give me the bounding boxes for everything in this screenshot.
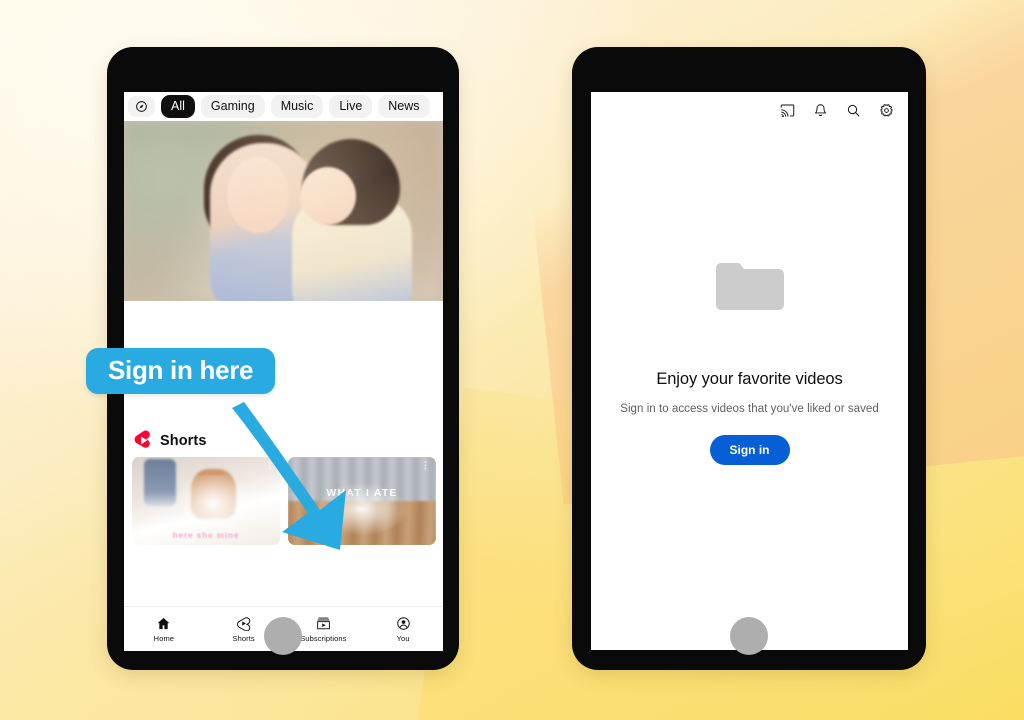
chip-gaming[interactable]: Gaming <box>200 95 265 118</box>
nav-label-you: You <box>396 633 410 643</box>
account-circle-icon <box>396 616 410 630</box>
empty-state-subtitle: Sign in to access videos that you've lik… <box>620 402 879 415</box>
shorts-icon <box>237 616 251 631</box>
category-chip-bar[interactable]: All Gaming Music Live News <box>124 92 443 121</box>
shorts-logo-icon <box>134 430 150 448</box>
shorts-card-figure <box>143 458 177 507</box>
chip-news[interactable]: News <box>378 95 430 118</box>
folder-icon <box>715 262 784 310</box>
nav-item-home[interactable]: Home <box>124 616 204 643</box>
chip-music[interactable]: Music <box>270 95 324 118</box>
nav-label-shorts: Shorts <box>232 633 255 643</box>
shorts-shelf-title: Shorts <box>160 432 207 449</box>
nav-item-you[interactable]: You <box>363 616 443 643</box>
hero-video-thumbnail[interactable] <box>124 121 443 301</box>
down-right-arrow-icon <box>232 402 346 550</box>
chip-live[interactable]: Live <box>329 95 373 118</box>
empty-state-container: Enjoy your favorite videos Sign in to ac… <box>591 92 908 650</box>
subscriptions-icon <box>317 617 330 629</box>
compass-icon[interactable] <box>128 96 155 117</box>
kebab-menu-icon[interactable]: ⋮ <box>421 461 430 470</box>
signin-callout-text: Sign in here <box>108 355 254 385</box>
right-phone-screen: Enjoy your favorite videos Sign in to ac… <box>591 92 908 650</box>
shorts-shelf-header: Shorts <box>134 430 207 451</box>
signin-callout-badge: Sign in here <box>86 348 276 394</box>
home-icon <box>158 617 170 629</box>
hardware-home-button[interactable] <box>730 617 768 655</box>
right-phone-device: Enjoy your favorite videos Sign in to ac… <box>572 47 926 670</box>
hardware-home-button[interactable] <box>264 617 302 655</box>
empty-state-title: Enjoy your favorite videos <box>656 369 843 388</box>
sign-in-button[interactable]: Sign in <box>709 434 790 465</box>
hero-warm-light-overlay <box>124 121 443 301</box>
chip-all[interactable]: All <box>161 95 195 118</box>
nav-label-subscriptions: Subscriptions <box>300 633 347 643</box>
nav-label-home: Home <box>153 633 175 643</box>
